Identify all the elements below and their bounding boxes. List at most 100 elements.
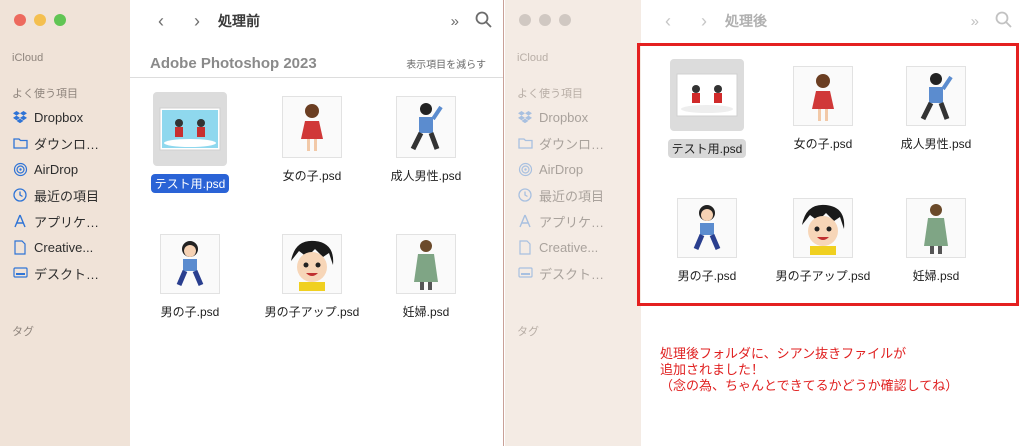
photoshop-file-icon	[301, 104, 323, 151]
photoshop-file-icon	[176, 241, 204, 286]
file-thumbnail	[160, 234, 220, 294]
sidebar-item-airdrop[interactable]: AirDrop	[517, 156, 633, 182]
sidebar-item-desktop[interactable]: デスクト…	[12, 260, 128, 286]
search-icon[interactable]	[475, 11, 492, 32]
search-icon[interactable]	[995, 11, 1012, 32]
apps-icon	[517, 214, 533, 228]
airdrop-icon	[12, 162, 28, 177]
sidebar-item-dropbox[interactable]: Dropbox	[12, 104, 128, 130]
photoshop-file-icon	[159, 107, 221, 151]
dropbox-icon	[517, 111, 533, 123]
sidebar-section-icloud: iCloud	[517, 52, 549, 64]
window-title: 処理前	[218, 13, 260, 29]
annotation-note: 処理後フォルダに、シアン抜きファイルが 追加されました！ （念の為、ちゃんとでき…	[660, 346, 1010, 394]
annotation-line: （念の為、ちゃんとできてるかどうか確認してね）	[660, 378, 959, 393]
file-thumbnail	[153, 92, 227, 166]
desktop-icon	[517, 267, 533, 279]
sidebar-item-downloads[interactable]: ダウンロ…	[12, 130, 128, 156]
sidebar-section-favorites: よく使う項目	[12, 88, 78, 100]
sidebar-item-creative-cloud[interactable]: Creative...	[12, 234, 128, 260]
file-name: 女の子.psd	[282, 169, 342, 183]
sidebar-item-airdrop[interactable]: AirDrop	[12, 156, 128, 182]
file-item[interactable]: 成人男性.psd	[366, 96, 486, 185]
photoshop-file-icon	[410, 103, 443, 151]
group-header: Adobe Photoshop 2023 表示項目を減らす	[130, 50, 503, 78]
minimize-window-button[interactable]	[539, 14, 551, 26]
annotation-line: 追加されました！	[660, 362, 765, 377]
document-icon	[517, 239, 533, 255]
file-item[interactable]: 妊婦.psd	[366, 234, 486, 321]
sidebar-item-label: Dropbox	[34, 109, 84, 125]
desktop-icon	[12, 267, 28, 279]
sidebar-section-tags: タグ	[12, 326, 34, 338]
sidebar-item-label: アプリケ…	[34, 214, 100, 230]
file-thumbnail	[396, 96, 456, 158]
sidebar-item-label: Dropbox	[539, 109, 589, 125]
more-toolbar-icon[interactable]: »	[451, 13, 459, 30]
window-title: 処理後	[725, 13, 767, 29]
toolbar: ‹ › 処理後 »	[641, 0, 1024, 42]
file-name: テスト用.psd	[150, 174, 230, 193]
folder-icon	[517, 137, 533, 149]
sidebar-item-desktop[interactable]: デスクト…	[517, 260, 633, 286]
sidebar-section-favorites: よく使う項目	[517, 88, 583, 100]
sidebar-item-creative-cloud[interactable]: Creative...	[517, 234, 633, 260]
back-button[interactable]: ‹	[655, 11, 681, 32]
folder-icon	[12, 137, 28, 149]
sidebar-item-label: アプリケ…	[539, 214, 605, 230]
toolbar: ‹ › 処理前 »	[130, 0, 503, 42]
dropbox-icon	[12, 111, 28, 123]
sidebar: iCloud よく使う項目 Dropbox ダウンロ… AirDrop 最近の項…	[505, 0, 641, 446]
sidebar-item-label: AirDrop	[539, 161, 584, 177]
file-name: 妊婦.psd	[402, 305, 450, 319]
back-button[interactable]: ‹	[148, 11, 174, 32]
sidebar-item-recents[interactable]: 最近の項目	[517, 182, 633, 208]
minimize-window-button[interactable]	[34, 14, 46, 26]
zoom-window-button[interactable]	[54, 14, 66, 26]
more-toolbar-icon[interactable]: »	[971, 13, 979, 30]
file-name: 男の子アップ.psd	[264, 305, 360, 319]
sidebar: iCloud よく使う項目 Dropbox ダウンロ… AirDrop 最近の項…	[0, 0, 130, 446]
file-item[interactable]: 男の子.psd	[130, 234, 250, 321]
document-icon	[12, 239, 28, 255]
sidebar-item-label: 最近の項目	[539, 188, 605, 204]
airdrop-icon	[517, 162, 533, 177]
finder-window-before: iCloud よく使う項目 Dropbox ダウンロ… AirDrop 最近の項…	[0, 0, 504, 446]
sidebar-item-applications[interactable]: アプリケ…	[12, 208, 128, 234]
sidebar-section-tags: タグ	[517, 326, 539, 338]
zoom-window-button[interactable]	[559, 14, 571, 26]
sidebar-section-icloud: iCloud	[12, 52, 44, 64]
show-less-button[interactable]: 表示項目を減らす	[406, 56, 486, 71]
sidebar-item-label: ダウンロ…	[539, 136, 605, 152]
sidebar-item-downloads[interactable]: ダウンロ…	[517, 130, 633, 156]
sidebar-item-recents[interactable]: 最近の項目	[12, 182, 128, 208]
file-thumbnail	[282, 96, 342, 158]
sidebar-item-label: 最近の項目	[34, 188, 100, 204]
close-window-button[interactable]	[519, 14, 531, 26]
file-name: 成人男性.psd	[390, 169, 462, 183]
photoshop-file-icon	[414, 240, 438, 290]
clock-icon	[517, 188, 533, 202]
forward-button[interactable]: ›	[691, 11, 717, 32]
forward-button[interactable]: ›	[184, 11, 210, 32]
sidebar-item-label: Creative...	[34, 239, 94, 255]
annotation-line: 処理後フォルダに、シアン抜きファイルが	[660, 346, 907, 361]
file-item[interactable]: 女の子.psd	[252, 96, 372, 185]
file-item[interactable]: テスト用.psd	[130, 92, 250, 193]
sidebar-item-label: デスクト…	[539, 266, 605, 282]
sidebar-item-label: ダウンロ…	[34, 136, 100, 152]
sidebar-item-label: デスクト…	[34, 266, 100, 282]
group-title: Adobe Photoshop 2023	[150, 55, 317, 72]
clock-icon	[12, 188, 28, 202]
sidebar-item-label: Creative...	[539, 239, 599, 255]
window-controls	[519, 14, 571, 26]
file-thumbnail	[396, 234, 456, 294]
close-window-button[interactable]	[14, 14, 26, 26]
sidebar-item-dropbox[interactable]: Dropbox	[517, 104, 633, 130]
file-item[interactable]: 男の子アップ.psd	[252, 234, 372, 321]
apps-icon	[12, 214, 28, 228]
sidebar-item-applications[interactable]: アプリケ…	[517, 208, 633, 234]
file-thumbnail	[282, 234, 342, 294]
file-name: 男の子.psd	[160, 305, 220, 319]
photoshop-file-icon	[291, 240, 334, 291]
